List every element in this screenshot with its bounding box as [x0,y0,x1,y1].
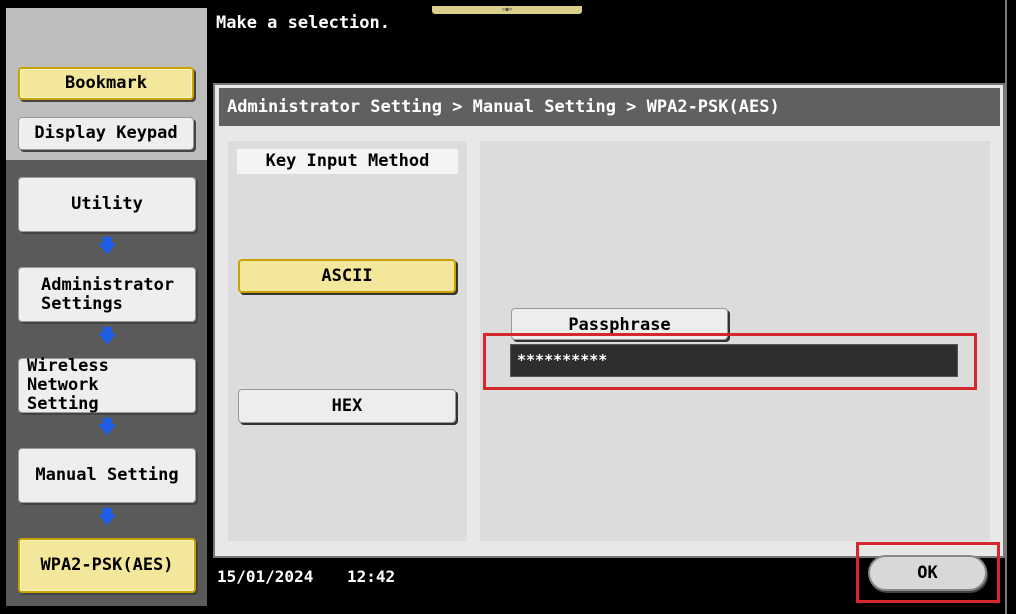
breadcrumb: Administrator Setting > Manual Setting >… [219,88,1000,126]
sidebar-step-manual-setting[interactable]: Manual Setting [18,448,196,503]
frame-line-right [1005,0,1007,614]
ascii-option-button[interactable]: ASCII [238,259,456,293]
sidebar-step-wpa2-psk-aes[interactable]: WPA2-PSK(AES) [18,538,196,593]
key-input-method-label: Key Input Method [237,149,458,174]
hex-option-button[interactable]: HEX [238,389,456,423]
arrow-down-icon: 🡇 [98,417,117,438]
arrow-down-icon: 🡇 [98,507,117,528]
passphrase-highlight-box [483,333,977,390]
status-time: 12:42 [347,567,396,586]
key-input-method-panel [228,141,467,541]
ok-highlight-box [856,542,1000,603]
bookmark-button[interactable]: Bookmark [18,67,194,100]
arrow-down-icon: 🡇 [98,326,117,347]
drag-handle-icon[interactable]: «●» [432,6,582,14]
device-screen: Bookmark Display Keypad Utility 🡇 Admini… [0,0,1016,614]
display-keypad-button[interactable]: Display Keypad [18,117,194,150]
sidebar-step-wireless-network-setting[interactable]: Wireless Network Setting [18,357,196,414]
sidebar-step-utility[interactable]: Utility [18,177,196,232]
arrow-down-icon: 🡇 [98,236,117,257]
sidebar-step-administrator-settings[interactable]: Administrator Settings [18,267,196,322]
prompt-message: Make a selection. [216,13,390,33]
status-date: 15/01/2024 [217,567,314,586]
